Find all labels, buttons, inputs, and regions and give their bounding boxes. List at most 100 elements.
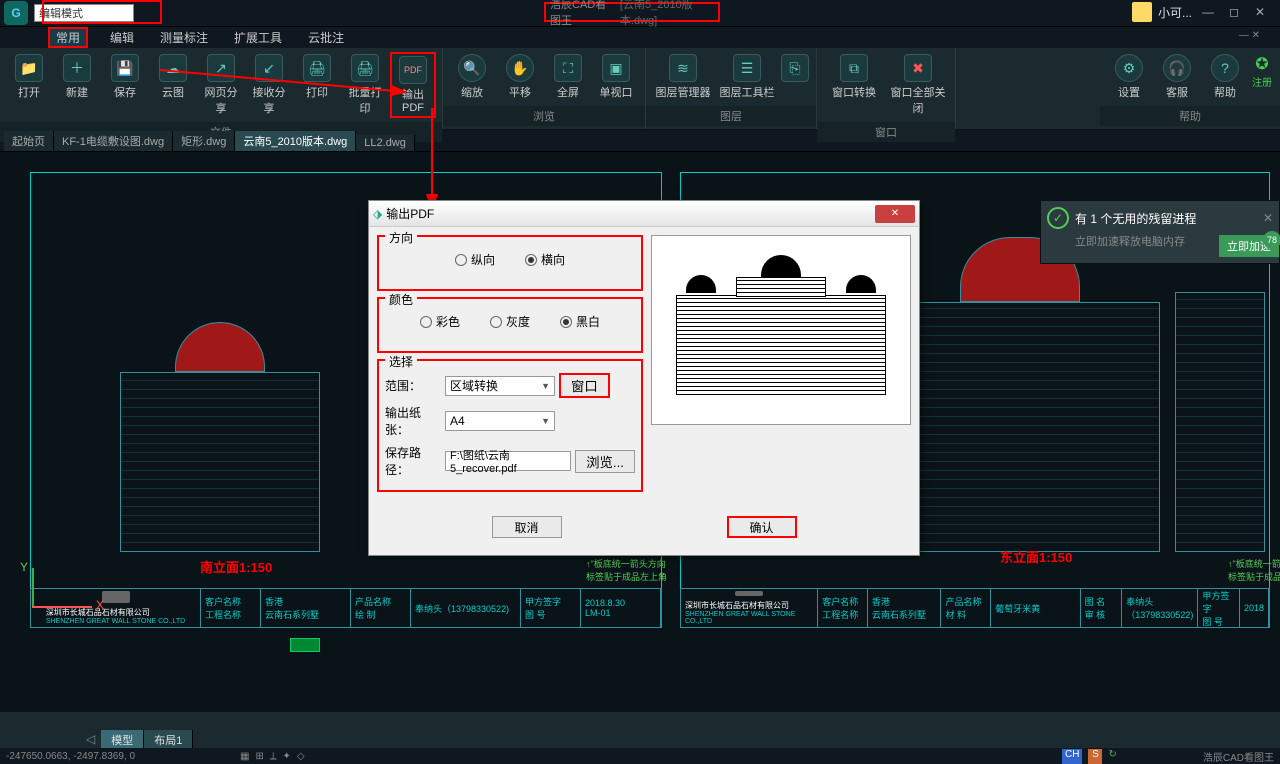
polar-icon[interactable]: ✦ xyxy=(283,751,291,762)
ucs-icon: Y X xyxy=(20,560,100,620)
zoom-icon: 🔍 xyxy=(458,54,486,82)
folder-icon: 📁 xyxy=(15,54,43,82)
menu-measure[interactable]: 测量标注 xyxy=(156,29,212,46)
zoom-button[interactable]: 🔍缩放 xyxy=(449,52,495,102)
select-label: 选择 xyxy=(385,353,417,370)
layer-toolbar-button[interactable]: ☰图层工具栏 xyxy=(716,52,778,102)
paper-label: 输出纸张： xyxy=(385,404,441,438)
pdf-preview xyxy=(651,235,911,425)
window-switch-icon: ⧉ xyxy=(840,54,868,82)
company-logo-icon xyxy=(102,591,130,603)
tab-ll2[interactable]: LL2.dwg xyxy=(356,135,415,151)
support-button[interactable]: 🎧客服 xyxy=(1154,52,1200,102)
dialog-close-button[interactable]: ✕ xyxy=(875,205,915,223)
layers-icon: ≋ xyxy=(669,54,697,82)
radio-color[interactable]: 彩色 xyxy=(420,313,460,330)
status-sync-icon[interactable]: ↻ xyxy=(1108,749,1116,764)
layer-manager-button[interactable]: ≋图层管理器 xyxy=(652,52,714,102)
tab-rect[interactable]: 矩形.dwg xyxy=(173,131,235,151)
app-title: 浩辰CAD看图王 xyxy=(550,0,617,28)
batch-print-button[interactable]: 🖨批量打印 xyxy=(342,52,388,118)
user-area: 小可... — ◻ ✕ xyxy=(1132,2,1270,22)
menu-common[interactable]: 常用 xyxy=(48,27,88,48)
help-button[interactable]: ?帮助 xyxy=(1202,52,1248,102)
group-label-help: 帮助 xyxy=(1100,106,1280,126)
receive-share-button[interactable]: ↙接收分享 xyxy=(246,52,292,118)
ribbon-group-layer: ≋图层管理器 ☰图层工具栏 ⎘ 图层 xyxy=(646,48,817,129)
print-button[interactable]: 🖨打印 xyxy=(294,52,340,118)
range-dropdown[interactable]: 区域转换▼ xyxy=(445,376,555,396)
shield-icon: ✓ xyxy=(1047,207,1069,229)
ortho-icon[interactable]: ⟂ xyxy=(270,751,277,762)
menu-cloud[interactable]: 云批注 xyxy=(304,29,348,46)
notif-close-icon[interactable]: ✕ xyxy=(1263,211,1273,225)
group-label-view: 浏览 xyxy=(443,106,645,126)
group-label-window: 窗口 xyxy=(817,122,955,142)
pan-button[interactable]: ✋平移 xyxy=(497,52,543,102)
settings-button[interactable]: ⚙设置 xyxy=(1106,52,1152,102)
path-input[interactable]: F:\图纸\云南 5_recover.pdf xyxy=(445,451,571,471)
tab-nav-left-icon[interactable]: ◁ xyxy=(80,730,101,750)
menu-edit[interactable]: 编辑 xyxy=(106,29,138,46)
label-east: 东立面1:150 xyxy=(1000,547,1072,566)
close-all-icon: ✖ xyxy=(904,54,932,82)
status-s-icon[interactable]: S xyxy=(1088,749,1102,764)
snap-icon[interactable]: ⊞ xyxy=(255,751,263,762)
system-notification: ✓ 有 1 个无用的残留进程 ✕ 立即加速释放电脑内存 立即加速 78 xyxy=(1040,200,1280,264)
browse-button[interactable]: 浏览... xyxy=(575,450,635,473)
title-block-2: 深圳市长城石品石材有限公司SHENZHEN GREAT WALL STONE C… xyxy=(680,588,1270,628)
building-south-left xyxy=(80,212,360,552)
path-label: 保存路径： xyxy=(385,444,441,478)
save-button[interactable]: 💾保存 xyxy=(102,52,148,118)
web-share-button[interactable]: ↗网页分享 xyxy=(198,52,244,118)
tab-kf1[interactable]: KF-1电缆敷设图.dwg xyxy=(54,131,173,151)
grid-icon[interactable]: ▦ xyxy=(240,751,249,762)
window-switch-button[interactable]: ⧉窗口转换 xyxy=(823,52,885,118)
ribbon-group-view: 🔍缩放 ✋平移 ⛶全屏 ▣单视口 浏览 xyxy=(443,48,646,129)
tab-yunnan[interactable]: 云南5_2010版本.dwg xyxy=(235,131,356,151)
pdf-icon: PDF xyxy=(399,56,427,84)
fullscreen-button[interactable]: ⛶全屏 xyxy=(545,52,591,102)
coordinates: -247650.0663, -2497.8369, 0 xyxy=(6,751,135,762)
register-button[interactable]: ✪注册 xyxy=(1250,52,1274,102)
ime-indicator[interactable]: CH xyxy=(1062,749,1082,764)
ok-button[interactable]: 确认 xyxy=(727,516,797,538)
layer-extra-button[interactable]: ⎘ xyxy=(780,52,810,102)
radio-portrait[interactable]: 纵向 xyxy=(455,251,495,268)
status-right-text: 浩辰CAD看图王 xyxy=(1203,749,1274,764)
cloud-button[interactable]: ☁云图 xyxy=(150,52,196,118)
radio-landscape[interactable]: 横向 xyxy=(525,251,565,268)
app-icon[interactable]: G xyxy=(4,1,28,25)
model-tabs: ◁ 模型 布局1 xyxy=(80,730,193,750)
plus-icon: ＋ xyxy=(63,54,91,82)
annotation-1: ↑"板底统一箭头方向 标签贴于成品左上角 xyxy=(586,557,667,583)
user-avatar[interactable] xyxy=(1132,2,1152,22)
osnap-icon[interactable]: ◇ xyxy=(297,751,305,762)
annotation-2: ↑"板底统一箭5 标签贴于成品左 xyxy=(1228,557,1280,583)
dialog-titlebar[interactable]: ⬗输出PDF ✕ xyxy=(369,201,919,227)
export-pdf-button[interactable]: PDF输出PDF xyxy=(390,52,436,118)
share-in-icon: ↙ xyxy=(255,54,283,82)
radio-bw[interactable]: 黑白 xyxy=(560,313,600,330)
layout1-tab[interactable]: 布局1 xyxy=(144,730,193,750)
paper-dropdown[interactable]: A4▼ xyxy=(445,411,555,431)
close-button[interactable]: ✕ xyxy=(1250,5,1270,19)
user-name[interactable]: 小可... xyxy=(1158,4,1192,21)
orientation-fieldset: 方向 纵向 横向 xyxy=(377,235,643,291)
menu-tools[interactable]: 扩展工具 xyxy=(230,29,286,46)
new-button[interactable]: ＋新建 xyxy=(54,52,100,118)
open-button[interactable]: 📁打开 xyxy=(6,52,52,118)
export-pdf-dialog: ⬗输出PDF ✕ 方向 纵向 横向 颜色 彩色 灰度 黑白 选择 xyxy=(368,200,920,556)
maximize-button[interactable]: ◻ xyxy=(1224,5,1244,19)
document-tabs: 起始页 KF-1电缆敷设图.dwg 矩形.dwg 云南5_2010版本.dwg … xyxy=(0,130,1280,152)
tab-start[interactable]: 起始页 xyxy=(4,131,54,151)
window-title-highlight: 浩辰CAD看图王 [云南5_2010版本.dwg] xyxy=(544,2,720,22)
viewport-button[interactable]: ▣单视口 xyxy=(593,52,639,102)
company-logo-icon xyxy=(735,591,763,596)
window-button[interactable]: 窗口 xyxy=(559,373,610,398)
minimize-button[interactable]: — xyxy=(1198,5,1218,19)
radio-gray[interactable]: 灰度 xyxy=(490,313,530,330)
close-all-windows-button[interactable]: ✖窗口全部关闭 xyxy=(887,52,949,118)
cancel-button[interactable]: 取消 xyxy=(492,516,562,538)
model-tab[interactable]: 模型 xyxy=(101,730,144,750)
